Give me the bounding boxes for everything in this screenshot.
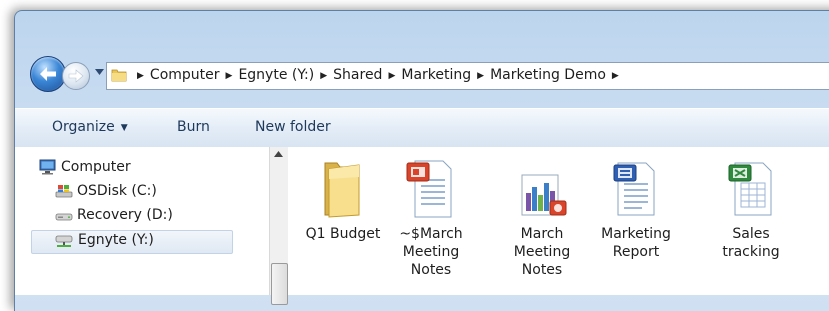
breadcrumb-item-marketing-demo[interactable]: Marketing Demo <box>490 67 606 83</box>
breadcrumb-item-computer[interactable]: Computer <box>150 67 220 83</box>
nav-item-egnyte[interactable]: Egnyte (Y:) <box>31 230 233 254</box>
folder-icon <box>315 157 371 221</box>
recent-pages-icon[interactable] <box>95 69 104 75</box>
scrollbar-thumb[interactable] <box>271 263 288 305</box>
chevron-right-icon[interactable]: ▶ <box>137 71 144 81</box>
chevron-right-icon[interactable]: ▶ <box>320 71 327 81</box>
chevron-right-icon[interactable]: ▶ <box>612 71 619 81</box>
navigation-bar: ▶ Computer ▶ Egnyte (Y:) ▶ Shared ▶ Marketing ▶ M… <box>14 56 829 92</box>
new-folder-button[interactable]: New folder <box>255 119 331 135</box>
breadcrumb-item-egnyte[interactable]: Egnyte (Y:) <box>238 67 314 83</box>
nav-item-label: Egnyte (Y:) <box>78 232 154 248</box>
file-name: Sales tracking <box>708 225 794 261</box>
navigation-pane-scrollbar[interactable] <box>269 147 288 295</box>
powerpoint-chart-file-icon <box>514 157 570 221</box>
arrow-left-icon <box>39 66 57 82</box>
file-item-march-meeting-notes[interactable]: March Meeting Notes <box>499 157 585 279</box>
nav-item-label: Recovery (D:) <box>77 207 173 223</box>
command-bar: Organize ▼ Burn New folder <box>15 108 829 148</box>
address-bar[interactable]: ▶ Computer ▶ Egnyte (Y:) ▶ Shared ▶ Marketing ▶ M… <box>106 62 829 90</box>
organize-button[interactable]: Organize ▼ <box>52 119 128 135</box>
file-item-sales-tracking[interactable]: Sales tracking <box>708 157 794 261</box>
folder-icon <box>111 67 127 83</box>
organize-label: Organize <box>52 119 115 135</box>
nav-item-label: OSDisk (C:) <box>77 183 157 199</box>
breadcrumb: ▶ Computer ▶ Egnyte (Y:) ▶ Shared ▶ Marketing ▶ M… <box>131 67 625 83</box>
chevron-down-icon: ▼ <box>121 123 128 133</box>
arrow-right-icon <box>68 69 84 83</box>
chevron-right-icon[interactable]: ▶ <box>226 71 233 81</box>
powerpoint-file-icon <box>403 157 459 221</box>
file-name: Q1 Budget <box>300 225 386 243</box>
burn-button[interactable]: Burn <box>177 119 210 135</box>
nav-item-computer[interactable]: Computer <box>39 157 219 181</box>
back-button[interactable] <box>30 56 66 92</box>
forward-button[interactable] <box>62 62 90 90</box>
scroll-up-icon[interactable] <box>274 151 283 157</box>
excel-file-icon <box>723 157 779 221</box>
nav-item-label: Computer <box>61 159 131 175</box>
word-file-icon <box>608 157 664 221</box>
chevron-right-icon[interactable]: ▶ <box>477 71 484 81</box>
file-name: ~$March Meeting Notes <box>388 225 474 279</box>
chevron-right-icon[interactable]: ▶ <box>388 71 395 81</box>
computer-icon <box>39 159 57 175</box>
file-name: March Meeting Notes <box>499 225 585 279</box>
file-item-march-meeting-notes-temp[interactable]: ~$March Meeting Notes <box>388 157 474 279</box>
drive-icon <box>55 207 73 223</box>
navigation-pane: Computer OSDisk (C:) Recovery (D:) <box>15 147 267 295</box>
windows-drive-icon <box>55 183 73 199</box>
breadcrumb-item-shared[interactable]: Shared <box>333 67 382 83</box>
nav-item-osdisk[interactable]: OSDisk (C:) <box>55 181 235 205</box>
file-name: Marketing Report <box>593 225 679 261</box>
file-item-q1-budget[interactable]: Q1 Budget <box>300 157 386 243</box>
nav-item-recovery[interactable]: Recovery (D:) <box>55 205 235 229</box>
content-area: Computer OSDisk (C:) Recovery (D:) <box>15 147 829 295</box>
network-drive-icon <box>55 233 73 249</box>
file-item-marketing-report[interactable]: Marketing Report <box>593 157 679 261</box>
breadcrumb-item-marketing[interactable]: Marketing <box>401 67 471 83</box>
file-list: Q1 Budget ~$March Meeting Notes <box>288 147 829 295</box>
